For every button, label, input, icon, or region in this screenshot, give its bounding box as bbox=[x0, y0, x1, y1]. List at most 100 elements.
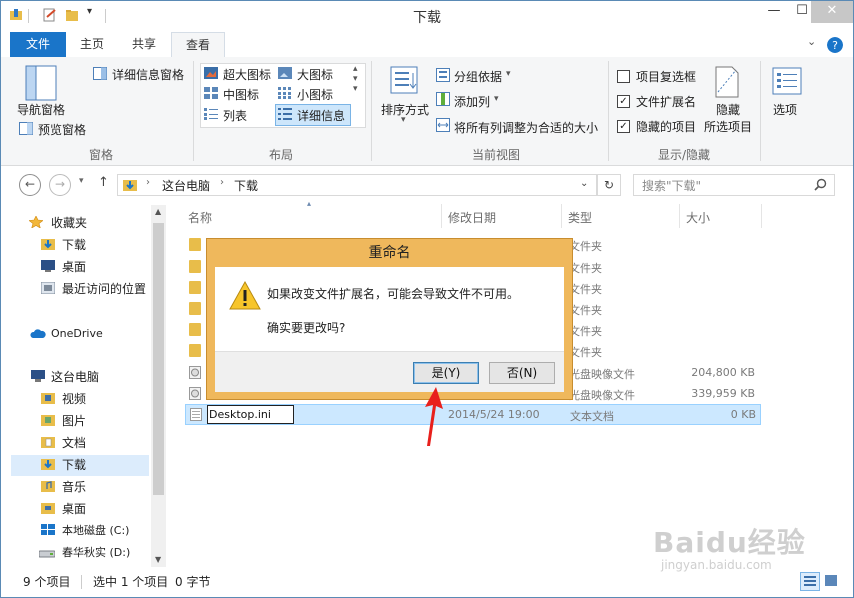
nav-fav-recent[interactable]: 最近访问的位置 bbox=[62, 279, 146, 299]
back-button[interactable]: ← bbox=[19, 174, 41, 196]
tab-home[interactable]: 主页 bbox=[66, 32, 118, 57]
file-extensions-label: 文件扩展名 bbox=[636, 95, 697, 109]
minimize-button[interactable]: — bbox=[759, 1, 789, 23]
yes-button[interactable]: 是(Y) bbox=[413, 362, 479, 384]
sort-dropdown-icon[interactable]: ▾ bbox=[401, 115, 406, 125]
details-view-icon bbox=[804, 576, 816, 586]
column-divider[interactable] bbox=[441, 204, 442, 228]
nav-fav-desktop[interactable]: 桌面 bbox=[62, 257, 86, 277]
status-bar: 9 个项目 选中 1 个项目 0 字节 bbox=[1, 569, 853, 597]
music-folder-icon bbox=[41, 481, 55, 492]
column-header-type[interactable]: 类型 bbox=[568, 209, 592, 226]
details-view-toggle[interactable] bbox=[800, 572, 820, 591]
add-column-icon bbox=[436, 92, 450, 106]
file-extensions-checkbox[interactable]: ✓ bbox=[617, 95, 630, 108]
onedrive-cloud-icon bbox=[30, 329, 46, 338]
no-button[interactable]: 否(N) bbox=[489, 362, 555, 384]
recent-places-icon bbox=[41, 282, 55, 294]
options-button[interactable]: 选项 bbox=[773, 101, 797, 118]
dialog-body: 如果改变文件扩展名，可能会导致文件不可用。 确实要更改吗? 是(Y) 否(N) bbox=[215, 267, 564, 392]
scroll-thumb[interactable] bbox=[153, 223, 164, 495]
tab-share[interactable]: 共享 bbox=[118, 32, 170, 57]
nav-favorites[interactable]: 收藏夹 bbox=[51, 213, 87, 233]
column-divider[interactable] bbox=[679, 204, 680, 228]
scroll-down-icon[interactable]: ▼ bbox=[155, 555, 161, 564]
folder-icon bbox=[189, 260, 201, 273]
layout-large-icons[interactable]: 大图标 bbox=[297, 66, 333, 83]
column-divider[interactable] bbox=[561, 204, 562, 228]
nav-pc-pictures[interactable]: 图片 bbox=[62, 411, 86, 431]
search-input[interactable]: 搜索"下载" bbox=[633, 174, 835, 196]
pictures-folder-icon bbox=[41, 415, 55, 426]
gallery-scroll-arrows[interactable]: ▴ ▾ ▾ bbox=[353, 64, 358, 94]
file-type: 文件夹 bbox=[569, 304, 602, 317]
group-label-current-view: 当前视图 bbox=[471, 148, 520, 162]
breadcrumb-downloads[interactable]: 下载 bbox=[234, 177, 258, 194]
details-view-icon bbox=[278, 108, 292, 120]
nav-pc-disk-d[interactable]: 春华秋实 (D:) bbox=[62, 543, 130, 563]
column-header-date[interactable]: 修改日期 bbox=[448, 209, 496, 226]
nav-onedrive[interactable]: OneDrive bbox=[51, 324, 103, 344]
up-arrow-icon[interactable]: ↑ bbox=[98, 175, 109, 190]
layout-list[interactable]: 列表 bbox=[223, 107, 247, 124]
details-pane-button[interactable]: 详细信息窗格 bbox=[112, 66, 184, 83]
medium-icons-icon bbox=[204, 87, 218, 99]
search-placeholder: 搜索"下载" bbox=[642, 179, 702, 193]
nav-pc-documents[interactable]: 文档 bbox=[62, 433, 86, 453]
item-checkboxes-checkbox[interactable] bbox=[617, 70, 630, 83]
search-icon[interactable] bbox=[814, 178, 827, 191]
dialog-question: 确实要更改吗? bbox=[267, 321, 346, 335]
address-dropdown-icon[interactable]: ⌄ bbox=[580, 178, 588, 189]
file-size: 204,800 KB bbox=[691, 366, 755, 379]
add-column-button[interactable]: 添加列 bbox=[454, 93, 490, 110]
nav-pc-music[interactable]: 音乐 bbox=[62, 477, 86, 497]
layout-details[interactable]: 详细信息 bbox=[297, 107, 345, 124]
close-button[interactable]: ✕ bbox=[811, 1, 853, 23]
file-type: 光盘映像文件 bbox=[569, 389, 635, 402]
nav-this-pc[interactable]: 这台电脑 bbox=[51, 367, 99, 387]
nav-pc-desktop[interactable]: 桌面 bbox=[62, 499, 86, 519]
tab-view[interactable]: 查看 bbox=[171, 32, 225, 58]
group-by-button[interactable]: 分组依据 bbox=[454, 68, 502, 85]
hide-selected-label-2[interactable]: 所选项目 bbox=[704, 118, 752, 135]
sort-ascending-icon: ▴ bbox=[307, 199, 312, 208]
group-by-dropdown-icon[interactable]: ▾ bbox=[506, 69, 511, 79]
file-type: 文件夹 bbox=[569, 325, 602, 338]
navigation-pane-button[interactable]: 导航窗格 bbox=[17, 101, 65, 118]
file-row-renaming[interactable]: Desktop.ini 2014/5/24 19:00 文本文档 0 KB bbox=[185, 404, 761, 425]
refresh-button[interactable]: ↻ bbox=[597, 174, 621, 196]
ribbon-expand-icon[interactable]: ⌄ bbox=[807, 35, 816, 48]
nav-fav-downloads[interactable]: 下载 bbox=[62, 235, 86, 255]
layout-small-icons[interactable]: 小图标 bbox=[297, 86, 333, 103]
layout-extra-large-icons[interactable]: 超大图标 bbox=[223, 66, 271, 83]
documents-folder-icon bbox=[41, 437, 55, 448]
scroll-up-icon[interactable]: ▲ bbox=[155, 207, 161, 216]
help-icon[interactable]: ? bbox=[827, 37, 843, 53]
nav-scrollbar[interactable]: ▲ ▼ bbox=[151, 205, 166, 567]
recent-locations-icon[interactable]: ▾ bbox=[79, 176, 84, 186]
preview-pane-button[interactable]: 预览窗格 bbox=[38, 121, 86, 138]
column-header-size[interactable]: 大小 bbox=[686, 209, 710, 226]
hidden-items-checkbox[interactable]: ✓ bbox=[617, 120, 630, 133]
forward-button[interactable]: → bbox=[49, 174, 71, 196]
tab-file[interactable]: 文件 bbox=[10, 32, 66, 57]
hide-selected-label-1[interactable]: 隐藏 bbox=[716, 101, 740, 118]
column-divider[interactable] bbox=[761, 204, 762, 228]
column-header-name[interactable]: 名称 bbox=[188, 209, 212, 226]
annotation-arrow bbox=[425, 387, 443, 446]
breadcrumb-this-pc[interactable]: 这台电脑 bbox=[162, 177, 210, 194]
rename-input[interactable]: Desktop.ini bbox=[207, 405, 294, 424]
layout-medium-icons[interactable]: 中图标 bbox=[223, 86, 259, 103]
desktop-folder-icon bbox=[41, 503, 55, 514]
watermark-brand: Baidu经验 bbox=[653, 526, 806, 559]
nav-pc-videos[interactable]: 视频 bbox=[62, 389, 86, 409]
navigation-pane: 收藏夹 下载 桌面 最近访问的位置 OneDrive 这台电脑 视频 图片 文档… bbox=[1, 205, 167, 567]
fit-columns-button[interactable]: 将所有列调整为合适的大小 bbox=[454, 119, 598, 136]
navigation-pane-icon[interactable] bbox=[25, 65, 57, 101]
add-column-dropdown-icon[interactable]: ▾ bbox=[494, 94, 499, 104]
address-bar[interactable]: › 这台电脑 › 下载 ⌄ bbox=[117, 174, 597, 196]
group-divider bbox=[193, 61, 194, 161]
large-icons-view-toggle[interactable] bbox=[822, 572, 840, 589]
nav-pc-downloads[interactable]: 下载 bbox=[62, 455, 86, 475]
nav-pc-disk-c[interactable]: 本地磁盘 (C:) bbox=[62, 521, 129, 541]
